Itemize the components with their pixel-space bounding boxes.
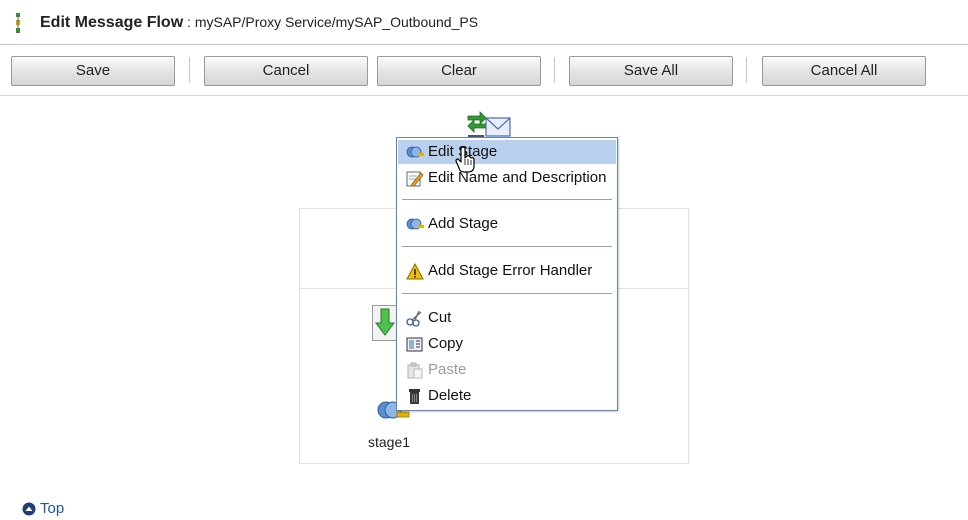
menu-item-label: Cut xyxy=(428,309,452,326)
stage-icon xyxy=(406,218,424,230)
toolbar: Save Cancel Clear Save All Cancel All xyxy=(0,45,968,96)
arrow-up-circle-icon xyxy=(22,502,36,516)
cancel-all-button[interactable]: Cancel All xyxy=(762,56,926,86)
warning-icon xyxy=(406,263,424,280)
title-bar: Edit Message Flow : mySAP/Proxy Service/… xyxy=(0,0,968,45)
save-button[interactable]: Save xyxy=(11,56,175,86)
menu-item-copy[interactable]: Copy xyxy=(398,332,616,356)
page-title: Edit Message Flow : mySAP/Proxy Service/… xyxy=(40,14,478,32)
menu-item-label: Add Stage xyxy=(428,215,499,232)
menu-item-label: Add Stage Error Handler xyxy=(428,262,593,279)
title-separator: : xyxy=(183,14,195,30)
copy-icon xyxy=(406,337,423,352)
menu-item-label: Copy xyxy=(428,335,464,352)
menu-separator xyxy=(402,293,612,297)
toolbar-divider xyxy=(189,57,190,83)
top-link-label[interactable]: Top xyxy=(40,500,64,517)
menu-item-add-stage-error-handler[interactable]: Add Stage Error Handler xyxy=(398,259,616,283)
menu-item-label: Delete xyxy=(428,387,472,404)
context-menu: Edit Stage Edit Name and Description Add… xyxy=(396,137,618,411)
toolbar-divider xyxy=(554,57,555,83)
stage-icon xyxy=(406,146,424,158)
toolbar-divider xyxy=(746,57,747,83)
menu-separator xyxy=(402,199,612,203)
request-pipeline-arrow-icon[interactable] xyxy=(372,305,398,341)
save-all-button[interactable]: Save All xyxy=(569,56,733,86)
menu-item-label: Paste xyxy=(428,361,467,378)
menu-item-add-stage[interactable]: Add Stage xyxy=(398,212,616,236)
menu-separator xyxy=(402,246,612,250)
menu-item-paste[interactable]: Paste xyxy=(398,358,616,382)
scissors-icon xyxy=(406,310,422,327)
proxy-service-icon[interactable] xyxy=(466,110,512,140)
cancel-button[interactable]: Cancel xyxy=(204,56,368,86)
stage-label[interactable]: stage1 xyxy=(368,434,410,450)
trash-icon xyxy=(409,389,420,404)
edit-pencil-icon xyxy=(406,171,424,187)
hand-cursor-icon xyxy=(455,146,475,173)
message-flow-icon xyxy=(16,13,20,33)
menu-item-delete[interactable]: Delete xyxy=(398,384,616,408)
menu-item-edit-name-description[interactable]: Edit Name and Description xyxy=(398,166,616,190)
page-title-label: Edit Message Flow xyxy=(40,14,184,31)
service-path: mySAP/Proxy Service/mySAP_Outbound_PS xyxy=(194,14,479,30)
menu-item-edit-stage[interactable]: Edit Stage xyxy=(398,140,616,164)
paste-icon xyxy=(407,362,423,379)
menu-item-cut[interactable]: Cut xyxy=(398,306,616,330)
clear-button[interactable]: Clear xyxy=(377,56,541,86)
